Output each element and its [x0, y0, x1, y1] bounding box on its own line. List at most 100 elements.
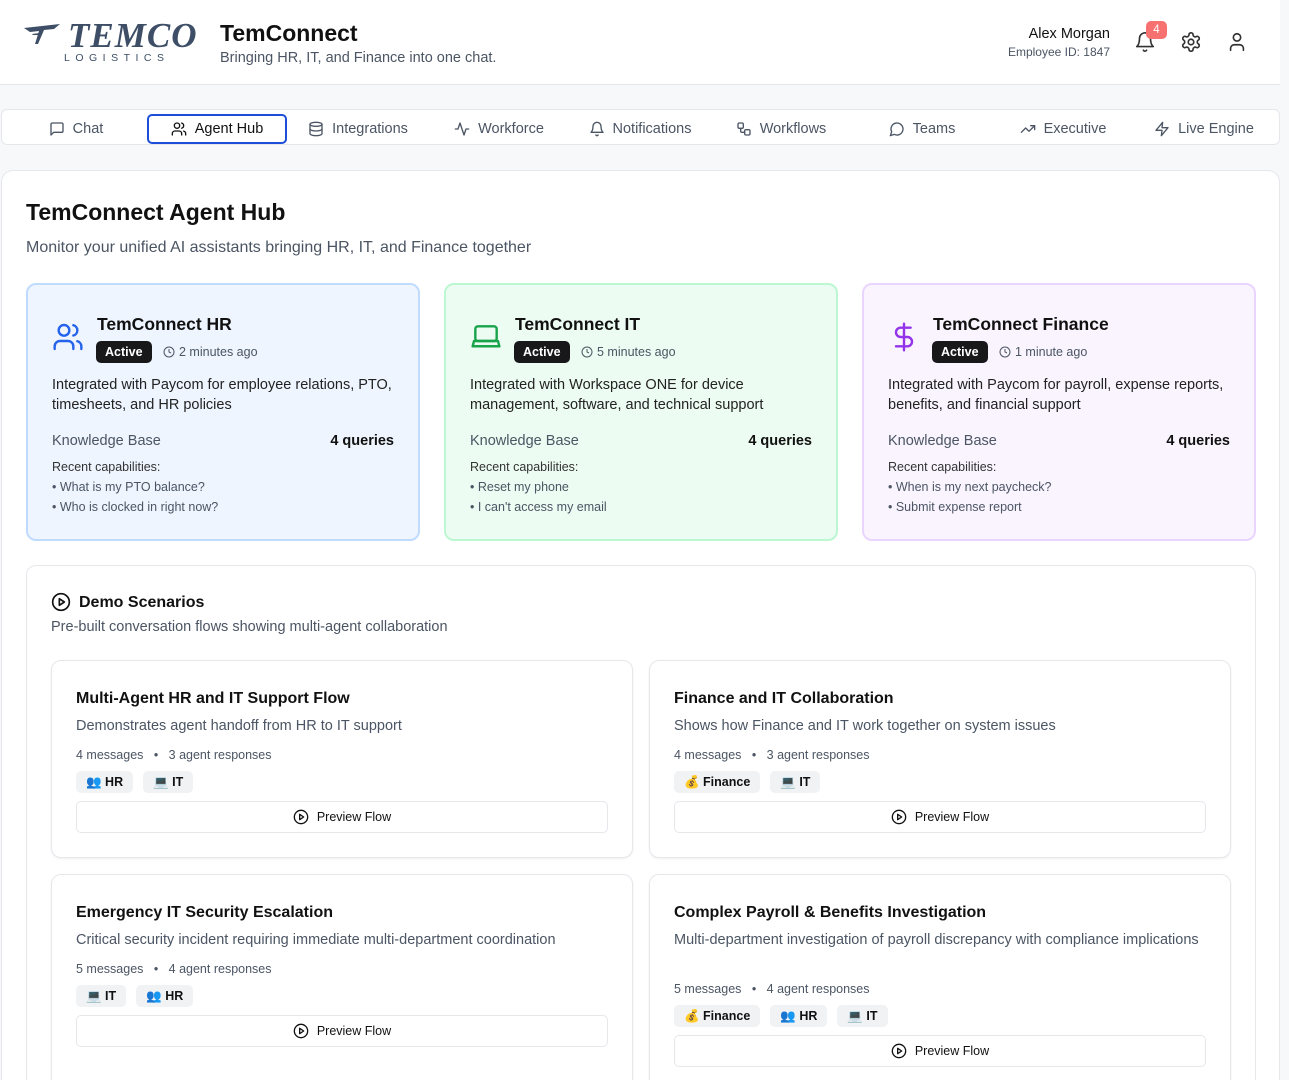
- scenario-description: Demonstrates agent handoff from HR to IT…: [76, 718, 402, 734]
- tab-executive[interactable]: Executive: [993, 114, 1133, 144]
- scenario-description: Critical security incident requiring imm…: [76, 932, 556, 948]
- knowledge-base-label: Knowledge Base: [52, 433, 161, 449]
- meta-separator: •: [146, 748, 166, 762]
- agent-chip: 💻 IT: [837, 1005, 888, 1027]
- tab-agent-hub[interactable]: Agent Hub: [147, 114, 287, 144]
- tab-teams[interactable]: Teams: [852, 114, 992, 144]
- notification-count-badge: 4: [1146, 21, 1167, 39]
- user-name: Alex Morgan: [1028, 26, 1110, 42]
- capability-item: • Reset my phone: [470, 480, 569, 494]
- status-badge: Active: [932, 341, 988, 363]
- tab-label: Workforce: [478, 121, 544, 137]
- capabilities-label: Recent capabilities:: [52, 460, 161, 474]
- scenario-card[interactable]: Emergency IT Security Escalation Critica…: [51, 874, 633, 1080]
- play-circle-icon: [891, 809, 907, 825]
- response-count: 4 agent responses: [168, 962, 272, 976]
- tab-workforce[interactable]: Workforce: [429, 114, 569, 144]
- tab-label: Workflows: [759, 121, 827, 137]
- last-active: 1 minute ago: [999, 345, 1087, 359]
- tab-label: Chat: [72, 121, 104, 137]
- knowledge-base-value: 4 queries: [748, 433, 812, 449]
- tab-notifications[interactable]: Notifications: [570, 114, 710, 144]
- tab-label: Teams: [912, 121, 956, 137]
- agent-card-hr[interactable]: TemConnect HR Active 2 minutes ago Integ…: [26, 283, 420, 541]
- preview-flow-button[interactable]: Preview Flow: [76, 1015, 608, 1047]
- capability-item: • Who is clocked in right now?: [52, 500, 219, 514]
- play-circle-icon: [891, 1043, 907, 1059]
- tab-label: Integrations: [332, 121, 408, 137]
- users-icon: [53, 323, 83, 351]
- clock-icon: [999, 346, 1011, 358]
- preview-flow-label: Preview Flow: [914, 1044, 990, 1058]
- scenario-title: Finance and IT Collaboration: [674, 690, 894, 707]
- agent-card-it[interactable]: TemConnect IT Active 5 minutes ago Integ…: [444, 283, 838, 541]
- tab-integrations[interactable]: Integrations: [288, 114, 428, 144]
- agent-hub-panel: TemConnect Agent Hub Monitor your unifie…: [1, 170, 1280, 1080]
- last-active-text: 1 minute ago: [1015, 345, 1088, 359]
- logo-bird-icon: [24, 24, 60, 44]
- meta-separator: •: [146, 962, 166, 976]
- agent-chips: 👥 HR 💻 IT: [76, 771, 194, 793]
- tab-label: Notifications: [612, 121, 692, 137]
- clock-icon: [163, 346, 175, 358]
- scenario-description: Shows how Finance and IT work together o…: [674, 718, 1056, 734]
- capability-item: • I can't access my email: [470, 500, 607, 514]
- play-circle-icon: [293, 1023, 309, 1039]
- scenario-card[interactable]: Complex Payroll & Benefits Investigation…: [649, 874, 1231, 1080]
- tab-label: Executive: [1043, 121, 1107, 137]
- gear-icon[interactable]: [1180, 31, 1202, 53]
- scenario-card[interactable]: Multi-Agent HR and IT Support Flow Demon…: [51, 660, 633, 858]
- agent-card-finance[interactable]: TemConnect Finance Active 1 minute ago I…: [862, 283, 1256, 541]
- logo-wordmark: TEMCO: [68, 16, 198, 55]
- scenario-title: Emergency IT Security Escalation: [76, 904, 333, 921]
- preview-flow-label: Preview Flow: [316, 810, 392, 824]
- tab-workflows[interactable]: Workflows: [711, 114, 851, 144]
- agent-name: TemConnect HR: [97, 314, 232, 334]
- tab-label: Live Engine: [1178, 121, 1254, 137]
- agent-chip: 💻 IT: [76, 985, 127, 1007]
- agent-chips: 💰 Finance 💻 IT: [674, 771, 821, 793]
- agent-name: TemConnect Finance: [933, 314, 1109, 334]
- laptop-icon: [471, 325, 501, 348]
- agent-chips: 💻 IT 👥 HR: [76, 985, 194, 1007]
- agent-name: TemConnect IT: [515, 314, 641, 334]
- preview-flow-label: Preview Flow: [316, 1024, 392, 1038]
- demo-subtitle: Pre-built conversation flows showing mul…: [51, 619, 448, 635]
- capability-item: • What is my PTO balance?: [52, 480, 205, 494]
- agent-description: Integrated with Paycom for employee rela…: [52, 377, 392, 413]
- temco-logo[interactable]: TEMCO LOGISTICS: [24, 18, 210, 64]
- trending-up-icon: [1020, 125, 1035, 133]
- preview-flow-button[interactable]: Preview Flow: [674, 1035, 1206, 1067]
- user-icon[interactable]: [1226, 31, 1248, 53]
- meta-separator: •: [744, 748, 764, 762]
- scenario-description: Multi-department investigation of payrol…: [674, 932, 1199, 948]
- main-tabs: Chat Agent Hub Integrations Workforce No…: [1, 109, 1280, 145]
- dollar-icon: [894, 322, 914, 352]
- app-title: TemConnect: [220, 20, 358, 46]
- tab-live-engine[interactable]: Live Engine: [1134, 114, 1274, 144]
- agent-description: Integrated with Workspace ONE for device…: [470, 377, 764, 413]
- users-icon: [171, 122, 187, 136]
- activity-icon: [454, 122, 470, 136]
- capabilities-label: Recent capabilities:: [470, 460, 579, 474]
- scenario-meta: 5 messages • 4 agent responses: [76, 962, 272, 977]
- status-badge: Active: [514, 341, 570, 363]
- last-active: 2 minutes ago: [163, 345, 258, 359]
- capability-item: • Submit expense report: [888, 500, 1022, 514]
- scenario-card[interactable]: Finance and IT Collaboration Shows how F…: [649, 660, 1231, 858]
- tab-chat[interactable]: Chat: [6, 114, 146, 144]
- agent-chip: 👥 HR: [76, 771, 134, 793]
- database-icon: [309, 121, 323, 137]
- scenario-meta: 4 messages • 3 agent responses: [76, 748, 272, 763]
- app-subtitle: Bringing HR, IT, and Finance into one ch…: [220, 50, 497, 66]
- agent-chip: 👥 HR: [136, 985, 194, 1007]
- preview-flow-button[interactable]: Preview Flow: [76, 801, 608, 833]
- message-count: 4 messages: [76, 748, 144, 762]
- response-count: 3 agent responses: [168, 748, 272, 762]
- response-count: 4 agent responses: [766, 982, 870, 996]
- demo-scenarios-section: Demo Scenarios Pre-built conversation fl…: [26, 565, 1256, 1080]
- scenario-title: Complex Payroll & Benefits Investigation: [674, 904, 987, 921]
- preview-flow-button[interactable]: Preview Flow: [674, 801, 1206, 833]
- zap-icon: [1155, 121, 1169, 137]
- meta-separator: •: [744, 982, 764, 996]
